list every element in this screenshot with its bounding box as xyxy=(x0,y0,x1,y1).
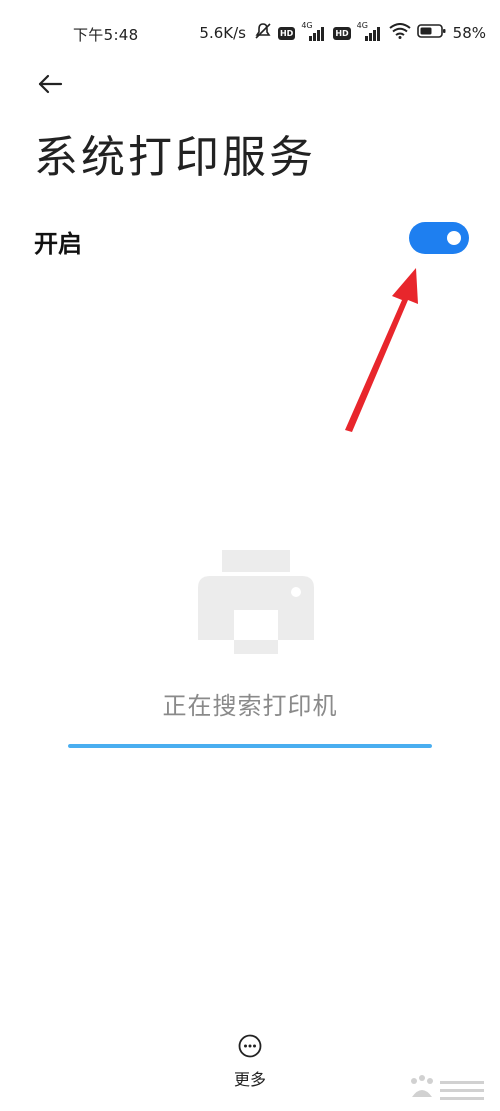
status-time: 下午5:48 xyxy=(73,26,139,44)
enable-row: 开启 xyxy=(34,214,474,264)
signal-icon: 4G xyxy=(301,21,327,41)
status-bar: 下午5:48 5.6K/s HD 4G HD 4G 58% xyxy=(0,0,500,72)
enable-label: 开启 xyxy=(34,230,82,258)
baidu-watermark-logo xyxy=(411,1075,484,1100)
status-icons: 5.6K/s HD 4G HD 4G 58% xyxy=(199,21,486,44)
search-progress-bar xyxy=(68,744,432,748)
battery-percent: 58% xyxy=(452,24,486,42)
signal-icon: 4G xyxy=(357,21,383,41)
more-label: 更多 xyxy=(233,1070,266,1089)
network-speed: 5.6K/s xyxy=(199,24,246,42)
red-arrow-annotation xyxy=(345,268,418,432)
toggle-knob xyxy=(447,231,461,245)
arrow-left-icon xyxy=(38,74,63,94)
printer-icon xyxy=(198,550,314,654)
hd-badge: HD xyxy=(333,26,351,40)
hd-badge: HD xyxy=(277,26,296,40)
wifi-icon xyxy=(389,23,411,43)
search-progress-fill xyxy=(68,744,432,748)
page-title: 系统打印服务 xyxy=(34,132,316,183)
battery-icon xyxy=(416,23,447,43)
more-circle-icon xyxy=(238,1034,262,1058)
more-button[interactable]: 更多 xyxy=(222,1032,278,1092)
enable-toggle[interactable] xyxy=(409,222,469,254)
searching-printers-text: 正在搜索打印机 xyxy=(162,692,338,720)
back-button[interactable] xyxy=(34,68,66,100)
mute-icon xyxy=(254,22,272,44)
